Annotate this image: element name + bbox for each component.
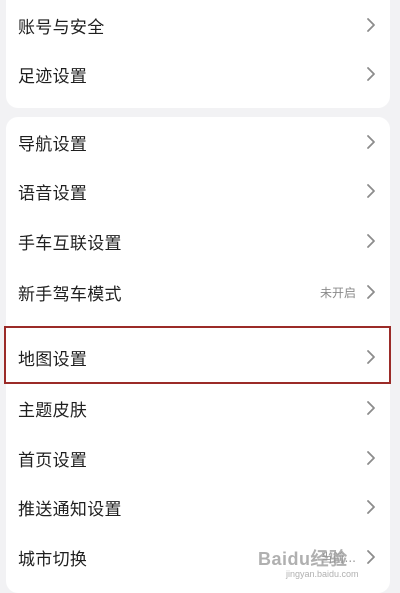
chevron-right-icon <box>364 397 378 419</box>
status-value: 未开启 <box>319 285 356 300</box>
chevron-right-icon <box>364 63 378 85</box>
settings-item-voice[interactable]: 语音设置 <box>6 166 390 216</box>
settings-item-footprint[interactable]: 足迹设置 <box>6 49 390 99</box>
settings-item-label: 主题皮肤 <box>18 400 88 421</box>
settings-item-novice-driving-mode[interactable]: 新手驾车模式 未开启 <box>6 267 390 317</box>
chevron-right-icon <box>364 496 378 518</box>
settings-item-theme-skin[interactable]: 主题皮肤 <box>6 383 390 433</box>
chevron-right-icon <box>364 281 378 303</box>
settings-item-city-switch[interactable]: 城市切换 当前... <box>6 532 390 582</box>
settings-item-label: 语音设置 <box>18 183 88 204</box>
settings-item-label: 地图设置 <box>18 349 88 370</box>
settings-item-label: 新手驾车模式 <box>18 284 122 305</box>
settings-item-push-notifications[interactable]: 推送通知设置 <box>6 482 390 532</box>
chevron-right-icon <box>364 180 378 202</box>
chevron-right-icon <box>364 546 378 568</box>
chevron-right-icon <box>364 131 378 153</box>
settings-item-navigation[interactable]: 导航设置 <box>6 117 390 167</box>
settings-item-map[interactable]: 地图设置 <box>6 332 390 382</box>
current-city-value: 当前... <box>320 550 356 565</box>
settings-item-label: 手车互联设置 <box>18 233 122 254</box>
chevron-right-icon <box>364 447 378 469</box>
chevron-right-icon <box>364 346 378 368</box>
chevron-right-icon <box>364 230 378 252</box>
settings-item-label: 足迹设置 <box>18 66 88 87</box>
settings-item-account-security[interactable]: 账号与安全 <box>6 0 390 50</box>
settings-item-label: 推送通知设置 <box>18 499 122 520</box>
settings-item-label: 城市切换 <box>18 549 88 570</box>
settings-item-home-page[interactable]: 首页设置 <box>6 433 390 483</box>
chevron-right-icon <box>364 14 378 36</box>
settings-item-label: 导航设置 <box>18 134 88 155</box>
settings-item-label: 账号与安全 <box>18 17 105 38</box>
settings-item-label: 首页设置 <box>18 450 88 471</box>
settings-item-phone-car-link[interactable]: 手车互联设置 <box>6 216 390 266</box>
